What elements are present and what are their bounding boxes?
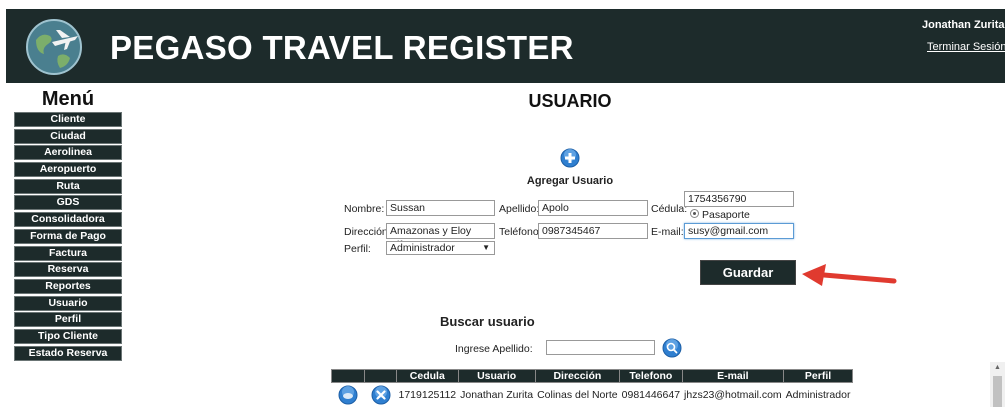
direccion-label: Dirección: bbox=[344, 226, 391, 238]
vertical-scrollbar[interactable]: ▲ bbox=[990, 362, 1005, 407]
menu-item-usuario[interactable]: Usuario bbox=[14, 295, 122, 311]
header-cedula: Cedula bbox=[396, 369, 459, 383]
add-icon[interactable] bbox=[560, 148, 580, 168]
header-direccion: Dirección bbox=[534, 369, 621, 383]
scroll-up-icon[interactable]: ▲ bbox=[994, 364, 1001, 371]
apellido-label: Apellido: bbox=[499, 203, 540, 215]
cedula-field[interactable]: 1754356790 bbox=[684, 191, 794, 207]
header-telefono: Telefono bbox=[619, 369, 683, 383]
table-row: 1719125112 Jonathan Zurita Colinas del N… bbox=[332, 383, 853, 407]
header-email: E-mail bbox=[681, 369, 785, 383]
cedula-label: Cédula: bbox=[651, 203, 688, 215]
logout-link[interactable]: Terminar Sesión bbox=[927, 41, 1005, 53]
add-user-title: Agregar Usuario bbox=[526, 175, 614, 187]
cell-direccion: Colinas del Norte bbox=[537, 388, 618, 401]
edit-cell bbox=[332, 383, 365, 407]
cell-usuario: Jonathan Zurita bbox=[460, 388, 534, 401]
menu-item-cliente[interactable]: Cliente bbox=[14, 112, 122, 127]
globe-airplane-logo bbox=[26, 19, 82, 75]
menu-item-gds[interactable]: GDS bbox=[14, 195, 122, 211]
menu-item-aeropuerto[interactable]: Aeropuerto bbox=[14, 162, 122, 178]
menu-item-factura[interactable]: Factura bbox=[14, 245, 122, 261]
pasaporte-radio[interactable] bbox=[690, 209, 699, 218]
nombre-field[interactable]: Sussan bbox=[386, 200, 495, 216]
search-input[interactable] bbox=[546, 340, 655, 355]
menu-item-consolidadora[interactable]: Consolidadora bbox=[14, 212, 122, 228]
menu-item-aerolinea[interactable]: Aerolinea bbox=[14, 145, 122, 161]
cell-cedula: 1719125112 bbox=[398, 388, 457, 401]
direccion-field[interactable]: Amazonas y Eloy Alfaro bbox=[386, 223, 495, 251]
cell-telefono: 0981446647 bbox=[621, 388, 681, 401]
page-title: USUARIO bbox=[528, 91, 612, 111]
scroll-thumb[interactable] bbox=[993, 376, 1002, 407]
delete-icon[interactable] bbox=[371, 385, 391, 405]
header-perfil: Perfil bbox=[783, 369, 853, 383]
menu-item-perfil[interactable]: Perfil bbox=[14, 312, 122, 328]
search-title: Buscar usuario bbox=[440, 314, 535, 329]
header-usuario: Usuario bbox=[457, 369, 536, 383]
cell-perfil: Administrador bbox=[785, 388, 851, 401]
apellido-field[interactable]: Apolo bbox=[538, 200, 648, 216]
menu-title: Menú bbox=[41, 88, 95, 110]
telefono-label: Teléfono: bbox=[499, 226, 542, 238]
users-table: Cedula Usuario Dirección Telefono E-mail… bbox=[331, 369, 853, 407]
perfil-select[interactable]: Administrador ▼ bbox=[386, 241, 495, 255]
perfil-select-value: Administrador bbox=[390, 242, 455, 254]
annotation-arrow-icon bbox=[802, 264, 897, 286]
menu-item-reportes[interactable]: Reportes bbox=[14, 278, 122, 294]
brand-title: PEGASO TRAVEL REGISTER bbox=[110, 29, 574, 66]
chevron-down-icon: ▼ bbox=[482, 243, 490, 252]
perfil-label: Perfil: bbox=[344, 243, 371, 255]
email-field[interactable]: susy@gmail.com bbox=[684, 223, 794, 239]
table-header-row: Cedula Usuario Dirección Telefono E-mail… bbox=[331, 369, 853, 383]
cell-email: jhzs23@hotmail.com bbox=[684, 388, 782, 401]
save-button[interactable]: Guardar bbox=[700, 260, 796, 285]
user-name: Jonathan Zurita bbox=[922, 19, 1005, 31]
menu-item-forma-de-pago[interactable]: Forma de Pago bbox=[14, 228, 122, 244]
header-banner: PEGASO TRAVEL REGISTER bbox=[6, 9, 1005, 83]
search-icon[interactable] bbox=[662, 338, 682, 358]
menu-item-ciudad[interactable]: Ciudad bbox=[14, 128, 122, 144]
header-edit bbox=[331, 369, 365, 383]
menu-item-reserva[interactable]: Reserva bbox=[14, 262, 122, 278]
search-apellido-label: Ingrese Apellido: bbox=[455, 343, 533, 355]
edit-icon[interactable] bbox=[338, 385, 358, 405]
delete-cell bbox=[365, 383, 397, 407]
menu-item-ruta[interactable]: Ruta bbox=[14, 178, 122, 194]
menu-item-estado-reserva[interactable]: Estado Reserva bbox=[14, 345, 122, 361]
pasaporte-label: Pasaporte bbox=[702, 209, 750, 221]
header-delete bbox=[364, 369, 397, 383]
email-label: E-mail: bbox=[651, 226, 684, 238]
sidebar-menu: Cliente Ciudad Aerolinea Aeropuerto Ruta… bbox=[14, 112, 122, 362]
nombre-label: Nombre: bbox=[344, 203, 385, 215]
telefono-field[interactable]: 0987345467 bbox=[538, 223, 648, 239]
menu-item-tipo-cliente[interactable]: Tipo Cliente bbox=[14, 328, 122, 344]
